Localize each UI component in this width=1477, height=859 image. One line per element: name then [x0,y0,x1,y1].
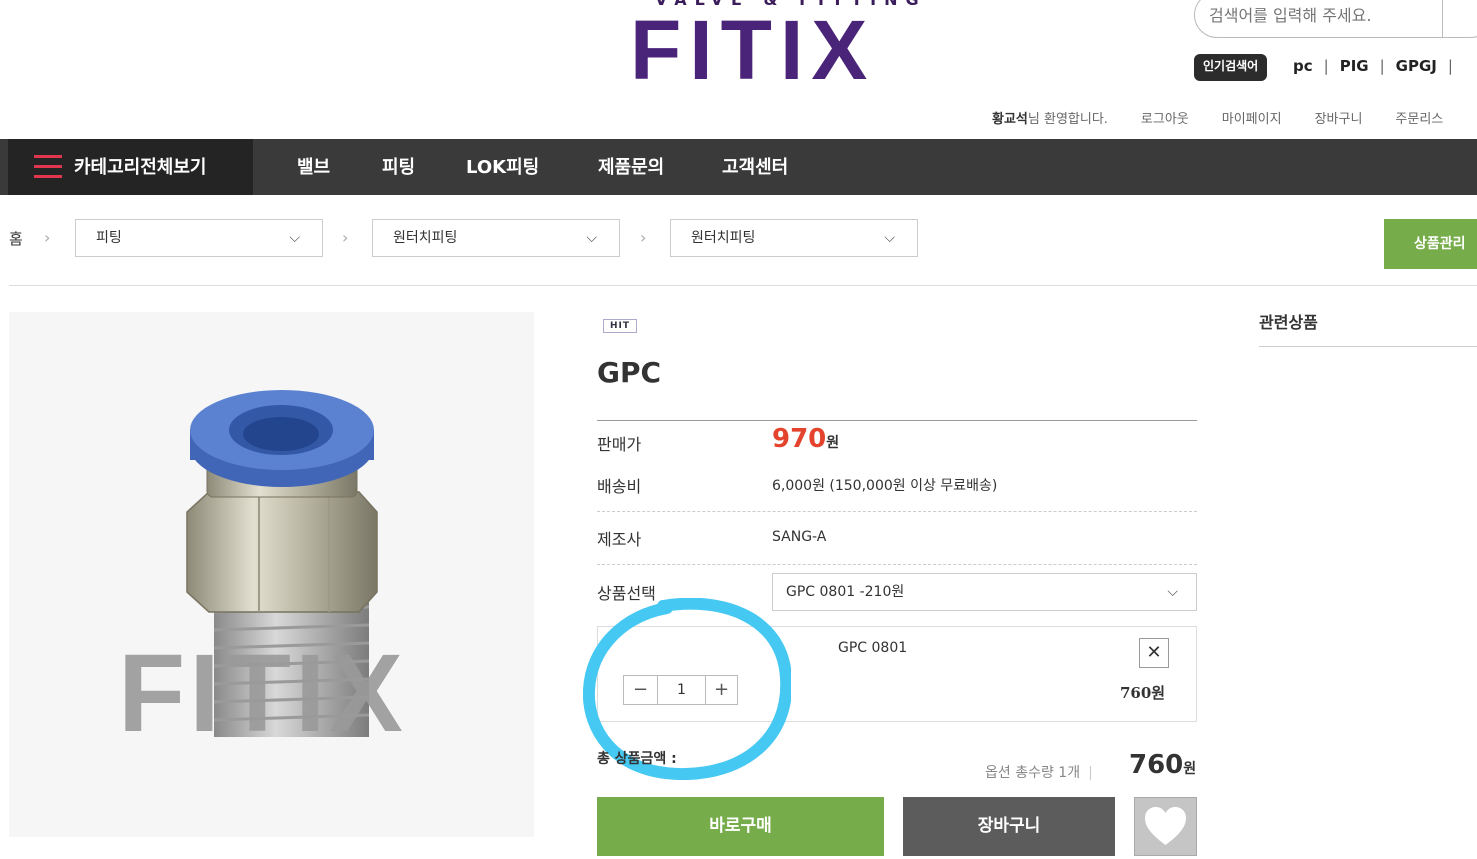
divider [597,511,1197,512]
price-label: 판매가 [597,435,642,454]
total-quantity-text: 옵션 총수량 1개 [985,765,1081,781]
utility-links: 황교석님 환영합니다. 로그아웃 마이페이지 장바구니 주문리스 [992,108,1443,127]
product-manage-button[interactable]: 상품관리 [1384,219,1477,269]
fitting-illustration [186,390,378,737]
chevron-right-icon: › [342,228,349,247]
sale-price-value: 970 [772,424,827,454]
sale-price-unit: 원 [826,435,840,451]
breadcrumb-level1-label: 피팅 [96,230,122,246]
chevron-down-icon: ⌵ [586,230,597,246]
divider [1259,346,1477,347]
search-input[interactable] [1194,0,1477,38]
chevron-right-icon: › [44,228,51,247]
nav-item-customer-center[interactable]: 고객센터 [722,153,788,179]
chevron-right-icon: › [640,228,647,247]
divider [9,285,1477,286]
popular-term[interactable]: PIG [1340,57,1369,75]
heart-icon [1145,807,1186,845]
hit-badge: HIT [603,319,638,333]
divider [597,420,1197,421]
divider [597,564,1197,565]
popular-search-list: pc | PIG | GPGJ | [1293,57,1453,75]
user-name: 황교석 [992,112,1028,127]
image-watermark: FITIX [118,632,407,755]
wishlist-button[interactable] [1134,797,1197,856]
total-amount-value: 760 [1129,750,1184,780]
chevron-down-icon: ⌵ [1167,584,1178,600]
breadcrumb-select-level2[interactable]: 원터치피팅 ⌵ [372,219,620,257]
welcome-text: 님 환영합니다. [1027,112,1108,127]
hamburger-icon [34,155,62,185]
total-amount-unit: 원 [1183,761,1197,777]
logout-link[interactable]: 로그아웃 [1141,112,1189,127]
nav-item-lok-fitting[interactable]: LOK피팅 [466,153,539,179]
related-products-title: 관련상품 [1259,313,1318,332]
shipping-label: 배송비 [597,477,642,496]
add-to-cart-button[interactable]: 장바구니 [903,797,1115,856]
breadcrumb-select-level3[interactable]: 원터치피팅 ⌵ [670,219,918,257]
chevron-down-icon: ⌵ [289,230,300,246]
order-list-link[interactable]: 주문리스 [1395,112,1443,127]
total-quantity: 옵션 총수량 1개 | [985,765,1093,781]
nav-item-valve[interactable]: 밸브 [297,153,330,179]
remove-option-button[interactable]: ✕ [1139,638,1169,668]
popular-term[interactable]: pc [1293,57,1313,75]
breadcrumb-level2-label: 원터치피팅 [393,230,458,246]
selected-option-name: GPC 0801 [838,640,908,656]
search-divider [1442,0,1443,38]
maker-label: 제조사 [597,530,642,549]
site-logo[interactable]: FITIX [630,8,875,92]
breadcrumb-select-level1[interactable]: 피팅 ⌵ [75,219,323,257]
cart-link[interactable]: 장바구니 [1315,112,1363,127]
product-title: GPC [597,356,662,389]
maker-value: SANG-A [772,529,827,545]
popular-search-badge: 인기검색어 [1194,54,1268,81]
breadcrumb-home[interactable]: 홈 [9,228,23,249]
popular-term[interactable]: GPGJ [1396,57,1437,75]
mypage-link[interactable]: 마이페이지 [1222,112,1282,127]
product-image[interactable] [9,312,534,837]
chevron-down-icon: ⌵ [884,230,895,246]
breadcrumb-level3-label: 원터치피팅 [691,230,756,246]
sale-price: 970원 [772,424,839,454]
total-label: 총 상품금액 : [597,751,677,767]
selected-option-price: 760원 [1120,684,1166,702]
option-select-value: GPC 0801 -210원 [786,584,905,600]
option-select[interactable]: GPC 0801 -210원 ⌵ [772,573,1197,611]
category-all-label: 카테고리전체보기 [74,157,207,178]
shipping-value: 6,000원 (150,000원 이상 무료배송) [772,478,998,494]
nav-item-inquiry[interactable]: 제품문의 [598,153,664,179]
buy-now-button[interactable]: 바로구매 [597,797,884,856]
total-amount: 760원 [1129,750,1196,780]
nav-item-fitting[interactable]: 피팅 [382,153,415,179]
